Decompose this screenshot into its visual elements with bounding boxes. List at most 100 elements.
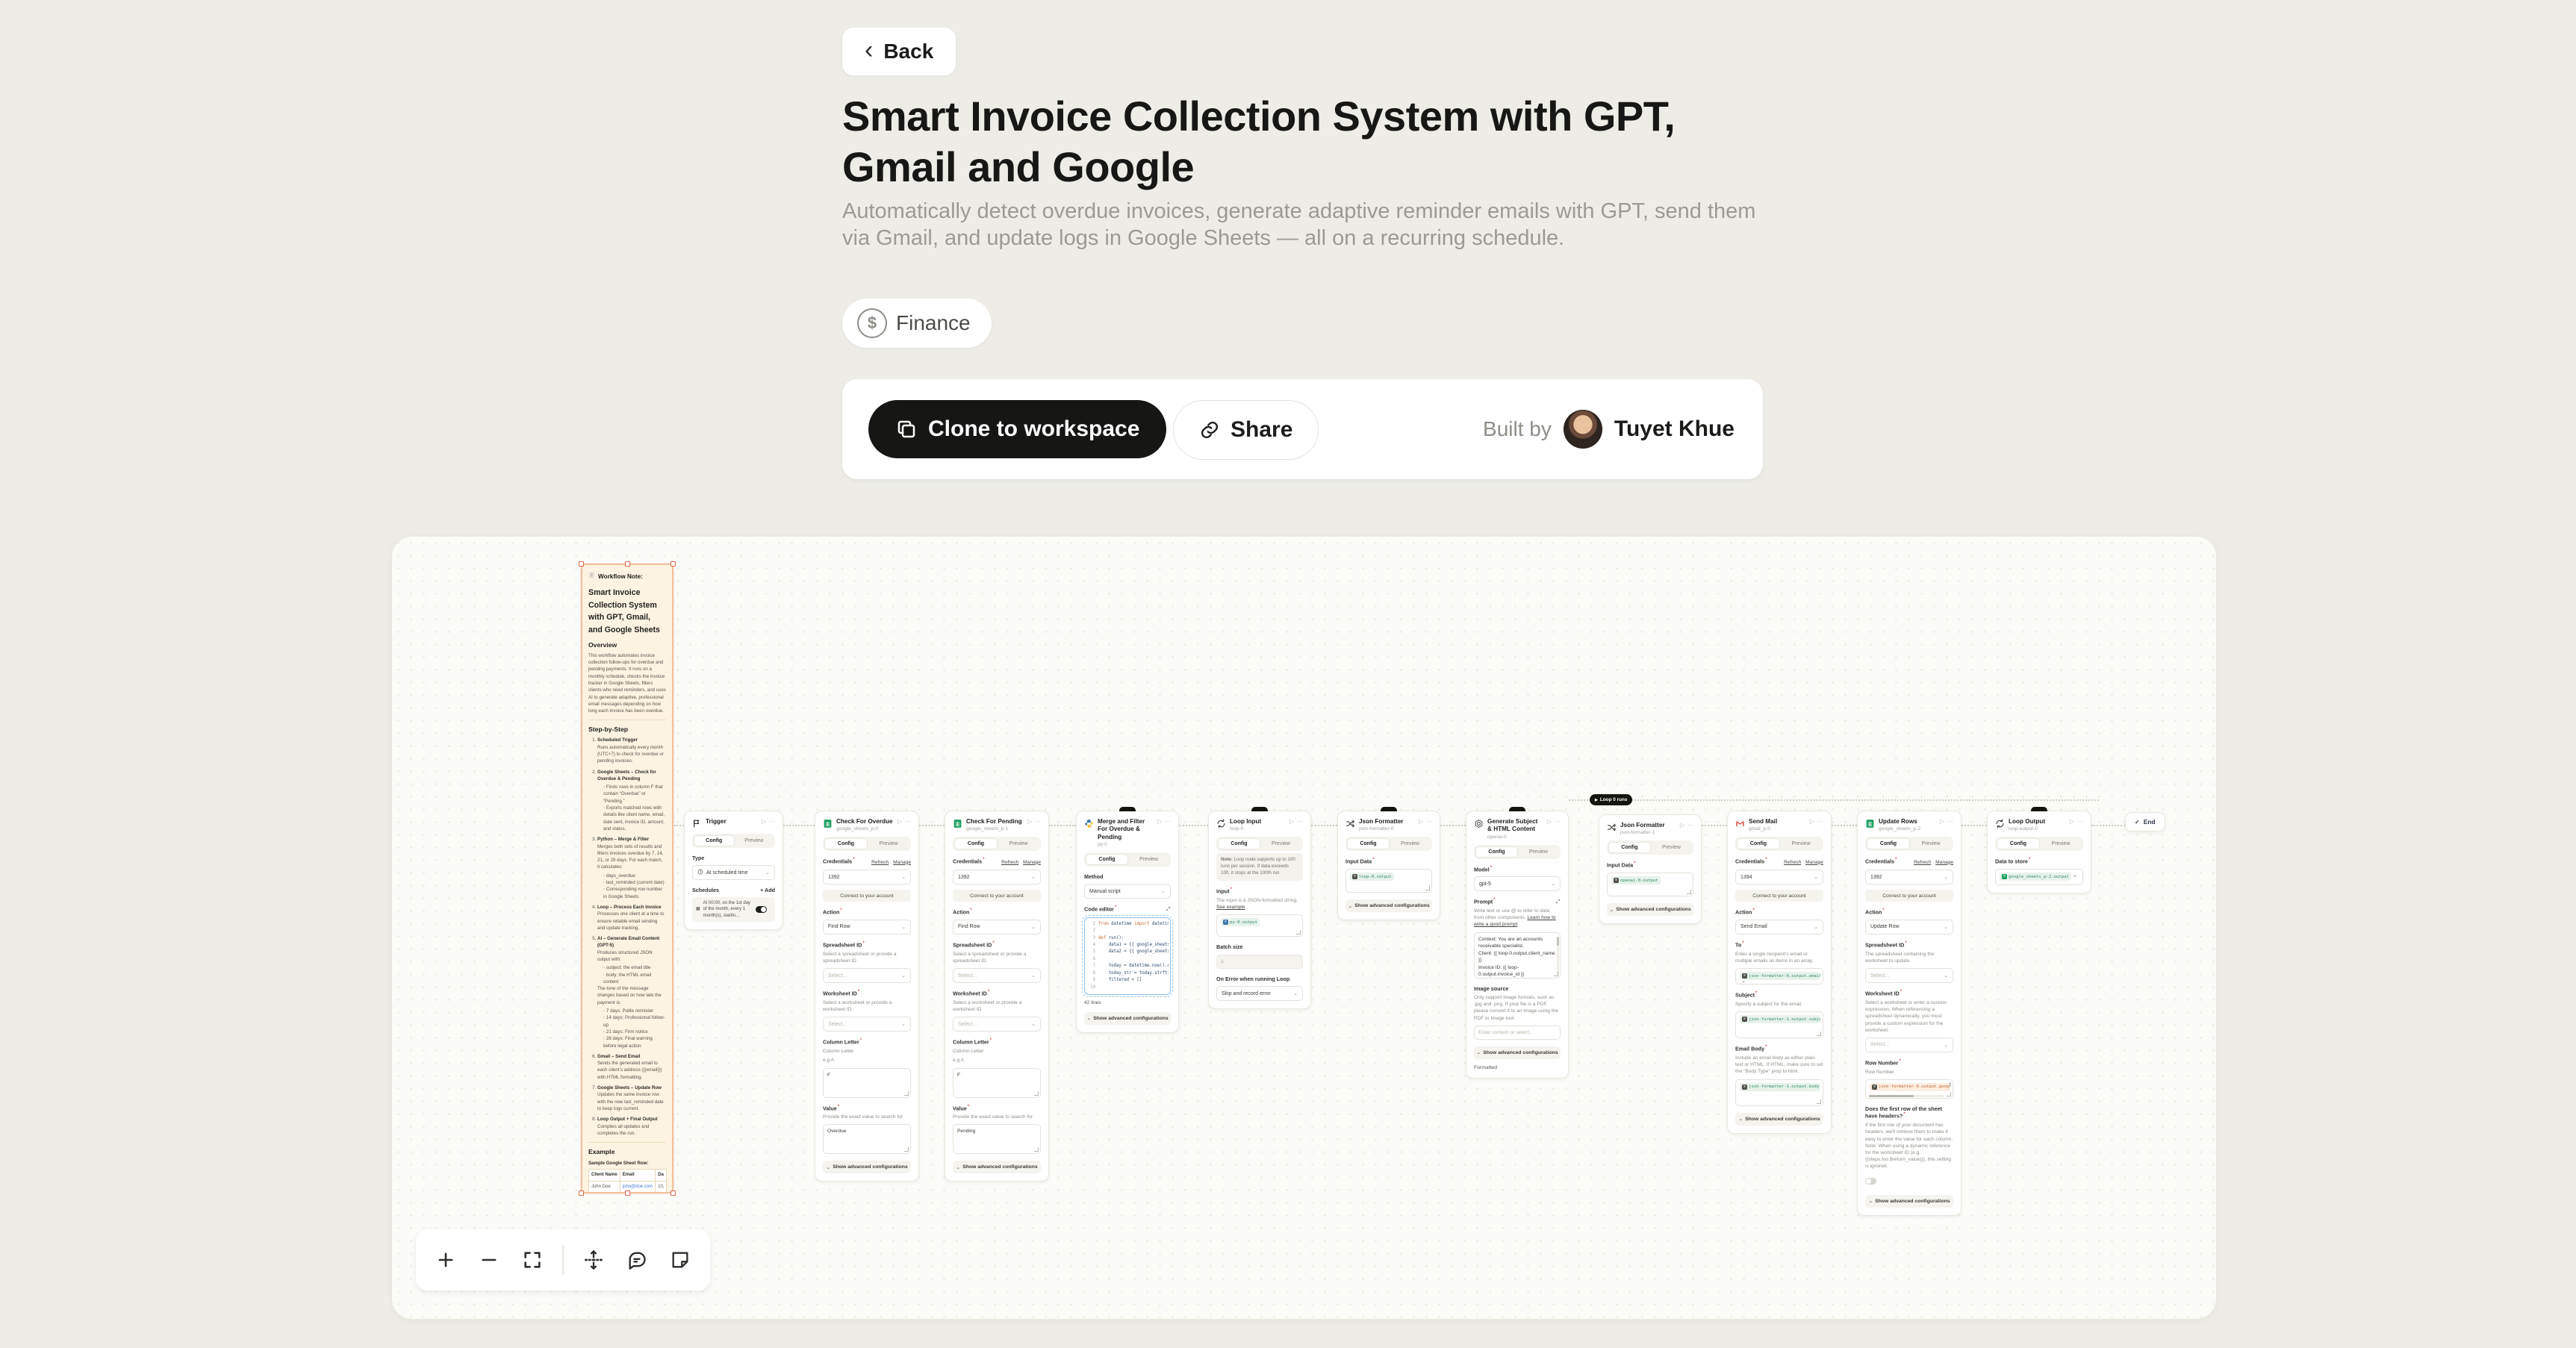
select-field[interactable]: Select...⌄ (1865, 1037, 1953, 1052)
more-options-icon[interactable]: ··· (1947, 818, 1953, 826)
run-node-icon[interactable]: ▷ (897, 818, 902, 826)
expand-icon[interactable] (1555, 899, 1561, 905)
share-button[interactable]: Share (1173, 400, 1319, 460)
fit-view-button[interactable] (513, 1241, 552, 1279)
resize-handle[interactable] (904, 1091, 909, 1096)
textarea-field[interactable]: Context: You are an accounts receivable … (1474, 932, 1561, 979)
node-update-rows[interactable]: Update Rowsgoogle_sheets_p-2▷···ConfigPr… (1857, 811, 1961, 1216)
node-end[interactable]: ✓ End (2125, 812, 2165, 831)
refresh-link[interactable]: Refresh (1001, 860, 1018, 867)
resize-handle[interactable] (904, 1147, 909, 1152)
input-field[interactable]: Enter content or select... (1474, 1026, 1561, 1040)
input-field[interactable]: 1 (1216, 955, 1303, 969)
add-schedule-button[interactable]: + Add (760, 887, 775, 893)
help-link[interactable]: See example (1216, 905, 1245, 910)
node-send-mail[interactable]: Send Mailgmail_p-0▷···ConfigPreviewCrede… (1727, 811, 1832, 1134)
workflow-sticky-note[interactable]: Workflow Note:Smart Invoice Collection S… (582, 564, 673, 1193)
pan-button[interactable] (574, 1241, 613, 1279)
run-node-icon[interactable]: ▷ (762, 818, 766, 826)
textarea-field[interactable]: Overdue (823, 1124, 911, 1154)
more-options-icon[interactable]: ··· (2077, 818, 2083, 826)
select-field[interactable]: Select...⌄ (823, 968, 911, 983)
selection-handle[interactable] (625, 1191, 630, 1196)
tab-preview[interactable]: Preview (1260, 838, 1301, 849)
data-reference-chip[interactable]: ≡py-0.output (1221, 918, 1260, 926)
tab-config[interactable]: Config (1475, 846, 1518, 858)
tab-preview[interactable]: Preview (868, 838, 909, 849)
tab-preview[interactable]: Preview (1390, 838, 1431, 849)
connect-account-button[interactable]: Connect to your account (1865, 890, 1953, 902)
select-field[interactable]: Select...⌄ (953, 1017, 1041, 1032)
run-node-icon[interactable]: ▷ (1547, 818, 1552, 826)
more-options-icon[interactable]: ··· (1555, 818, 1561, 826)
tab-preview[interactable]: Preview (1910, 838, 1952, 849)
node-loop-input[interactable]: Loop Inputloop-0▷···ConfigPreviewNote: L… (1208, 811, 1311, 1009)
chip-field[interactable]: ≡json-formatter-1.output.subject (1735, 1011, 1823, 1038)
connect-account-button[interactable]: Connect to your account (953, 890, 1041, 902)
selection-handle[interactable] (579, 561, 584, 567)
run-node-icon[interactable]: ▷ (1419, 818, 1423, 826)
show-advanced-button[interactable]: ⌄Show advanced configurations (953, 1161, 1041, 1173)
more-options-icon[interactable]: ··· (905, 818, 911, 826)
step-down-icon[interactable]: ▾ (1950, 1085, 1951, 1088)
textarea-field[interactable]: F (953, 1068, 1041, 1098)
tab-preview[interactable]: Preview (735, 835, 774, 846)
number-stepper[interactable]: ▴▾ (1950, 1082, 1951, 1088)
run-node-icon[interactable]: ▷ (1680, 822, 1684, 829)
tab-config[interactable]: Config (1997, 838, 2040, 849)
select-field[interactable]: Send Email⌄ (1735, 920, 1823, 934)
more-options-icon[interactable]: ··· (1817, 818, 1823, 826)
vertical-scrollbar[interactable] (1557, 937, 1559, 974)
select-field[interactable]: Skip and record error⌄ (1216, 986, 1303, 1001)
more-options-icon[interactable]: ··· (1035, 818, 1041, 826)
data-reference-chip[interactable]: ≡loop-0.output (1350, 873, 1394, 881)
run-node-icon[interactable]: ▷ (1289, 818, 1294, 826)
node-trigger[interactable]: Trigger▷···ConfigPreviewTypeAt scheduled… (684, 811, 783, 930)
more-options-icon[interactable]: ··· (1426, 818, 1432, 826)
manage-link[interactable]: Manage (893, 860, 911, 867)
select-field[interactable]: 1392⌄ (1865, 870, 1953, 884)
node-check-for-pending[interactable]: Check For Pendinggoogle_sheets_p-1▷···Co… (945, 811, 1049, 1182)
author-name[interactable]: Tuyet Khue (1614, 416, 1735, 442)
node-loop-output[interactable]: Loop Outputloop-output-0▷···ConfigPrevie… (1987, 811, 2091, 893)
run-node-icon[interactable]: ▷ (1027, 818, 1032, 826)
chip-field[interactable]: ≡json-formatter-0.output.googleSheetsRow… (1865, 1079, 1953, 1099)
select-field[interactable]: 1392⌄ (953, 870, 1041, 884)
data-reference-chip[interactable]: ≡json-formatter-1.output.body (1740, 1083, 1820, 1091)
sticky-note-button[interactable] (661, 1241, 700, 1279)
tab-config[interactable]: Config (694, 835, 735, 846)
manage-link[interactable]: Manage (1023, 860, 1041, 867)
workflow-canvas[interactable]: ▶ Loop 0 runs ✓ End Workflow Note:Smart … (391, 536, 2217, 1320)
tab-config[interactable]: Config (1218, 838, 1260, 849)
select-field[interactable]: Find Row⌄ (953, 920, 1041, 934)
manage-link[interactable]: Manage (1805, 860, 1823, 867)
node-check-for-overdue[interactable]: Check For Overduegoogle_sheets_p-0▷···Co… (815, 811, 919, 1182)
show-advanced-button[interactable]: ⌄Show advanced configurations (1607, 903, 1693, 916)
connect-account-button[interactable]: Connect to your account (823, 890, 911, 902)
show-advanced-button[interactable]: ⌄Show advanced configurations (1084, 1012, 1171, 1025)
refresh-link[interactable]: Refresh (871, 860, 889, 867)
author-avatar[interactable] (1564, 410, 1602, 449)
resize-handle[interactable] (1817, 1032, 1821, 1036)
textarea-field[interactable]: Pending (953, 1124, 1041, 1154)
select-field[interactable]: 1392⌄ (823, 870, 911, 884)
resize-handle[interactable] (1034, 1091, 1039, 1096)
expand-icon[interactable] (1166, 906, 1171, 913)
tab-preview[interactable]: Preview (1128, 854, 1169, 865)
manage-link[interactable]: Manage (1935, 860, 1953, 867)
refresh-link[interactable]: Refresh (1914, 860, 1931, 867)
selection-handle[interactable] (671, 1191, 676, 1196)
resize-handle[interactable] (1817, 1099, 1821, 1104)
tab-preview[interactable]: Preview (998, 838, 1039, 849)
node-merge-filter[interactable]: Merge and Filter For Overdue & Pendingpy… (1076, 811, 1179, 1033)
horizontal-scrollbar[interactable] (1869, 1095, 1944, 1097)
more-options-icon[interactable]: ··· (769, 818, 775, 826)
show-advanced-button[interactable]: ⌄Show advanced configurations (1735, 1113, 1823, 1126)
select-field[interactable]: Manual script⌄ (1084, 884, 1171, 899)
selection-handle[interactable] (579, 1191, 584, 1196)
select-field[interactable]: Select...⌄ (823, 1017, 911, 1032)
schedule-toggle[interactable] (756, 906, 767, 913)
run-node-icon[interactable]: ▷ (1810, 818, 1814, 826)
tab-config[interactable]: Config (1867, 838, 1910, 849)
data-reference-chip[interactable]: ≡json-formatter-1.output.subject (1740, 1015, 1820, 1023)
